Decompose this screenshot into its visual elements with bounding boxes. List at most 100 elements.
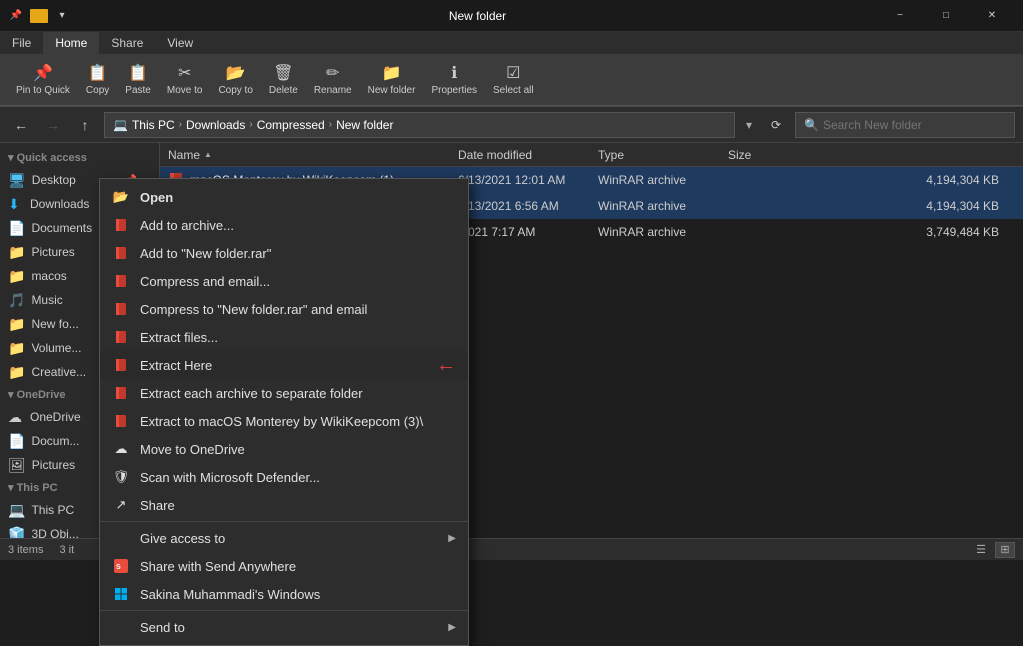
details-view-button[interactable]: ☰ xyxy=(971,542,991,558)
desktop-icon: 🖥 xyxy=(8,172,26,189)
copy-label: Copy xyxy=(86,85,109,96)
minimize-button[interactable]: − xyxy=(877,0,923,32)
path-this-pc: This PC xyxy=(132,118,175,132)
properties-label: Properties xyxy=(431,85,477,96)
sort-icon: ▲ xyxy=(204,150,212,159)
file-type-1: WinRAR archive xyxy=(598,173,728,187)
ctx-add-new-folder-rar[interactable]: Add to "New folder.rar" xyxy=(100,239,468,267)
view-controls: ☰ ⊞ xyxy=(971,542,1015,558)
copy-button[interactable]: 📋 Copy xyxy=(78,61,117,98)
pin-icon[interactable]: 📌 xyxy=(8,8,24,24)
ctx-compress-email-2[interactable]: Compress to "New folder.rar" and email xyxy=(100,295,468,323)
properties-icon: ℹ xyxy=(451,63,457,83)
title-bar: 📌 ▾ New folder − □ ✕ xyxy=(0,0,1023,32)
ctx-compress-email[interactable]: Compress and email... xyxy=(100,267,468,295)
col-name-label: Name xyxy=(168,148,200,162)
ctx-move-onedrive[interactable]: ☁ Move to OneDrive xyxy=(100,435,468,463)
rar-extract-icon xyxy=(112,328,130,346)
ctx-extract-separate[interactable]: Extract each archive to separate folder xyxy=(100,379,468,407)
tab-view[interactable]: View xyxy=(155,32,205,54)
rar-icon-6 xyxy=(112,412,130,430)
ribbon-content: 📌 Pin to Quick 📋 Copy 📋 Paste ✂ Move to … xyxy=(0,54,1023,106)
sidebar-od-docs-label: Docum... xyxy=(31,434,79,448)
tab-file[interactable]: File xyxy=(0,32,43,54)
grid-view-button[interactable]: ⊞ xyxy=(995,542,1015,558)
rar-icon-3 xyxy=(112,272,130,290)
rar-add-icon xyxy=(112,216,130,234)
window-title: New folder xyxy=(78,9,877,23)
send-to-icon xyxy=(112,618,130,636)
rename-button[interactable]: ✏ Rename xyxy=(306,61,360,98)
maximize-button[interactable]: □ xyxy=(923,0,969,32)
col-name-header[interactable]: Name ▲ xyxy=(168,148,458,162)
pin-label: Pin to Quick xyxy=(16,85,70,96)
ctx-extract-files[interactable]: Extract files... xyxy=(100,323,468,351)
select-all-button[interactable]: ☑ Select all xyxy=(485,61,542,98)
ctx-sakina-windows[interactable]: Sakina Muhammadi's Windows xyxy=(100,580,468,608)
path-sep-3: › xyxy=(329,119,332,130)
close-button[interactable]: ✕ xyxy=(969,0,1015,32)
title-bar-toolbar: 📌 ▾ xyxy=(8,8,70,24)
col-size-header[interactable]: Size xyxy=(728,148,1015,162)
copy-to-button[interactable]: 📂 Copy to xyxy=(210,61,260,98)
search-input[interactable] xyxy=(823,118,1006,132)
path-dropdown-button[interactable]: ▾ xyxy=(741,112,757,138)
ctx-give-access[interactable]: Give access to ▶ xyxy=(100,524,468,552)
cloud-icon: ☁ xyxy=(112,440,130,458)
dropdown-arrow-icon[interactable]: ▾ xyxy=(54,8,70,24)
file-date-3: /2021 7:17 AM xyxy=(458,225,598,239)
ctx-extract-here[interactable]: Extract Here ← xyxy=(100,351,468,379)
path-sep-2: › xyxy=(249,119,252,130)
ctx-add-archive[interactable]: Add to archive... xyxy=(100,211,468,239)
delete-button[interactable]: 🗑 Delete xyxy=(261,61,306,98)
context-menu: 📂 Open Add to archive... Add to "New fol… xyxy=(99,178,469,646)
window-controls: − □ ✕ xyxy=(877,0,1015,32)
onedrive-icon: ☁ xyxy=(8,409,24,426)
move-button[interactable]: ✂ Move to xyxy=(159,61,211,98)
paste-button[interactable]: 📋 Paste xyxy=(117,61,159,98)
ctx-share-send-anywhere[interactable]: S Share with Send Anywhere xyxy=(100,552,468,580)
rar-icon-4 xyxy=(112,300,130,318)
ctx-open[interactable]: 📂 Open xyxy=(100,183,468,211)
col-type-header[interactable]: Type xyxy=(598,148,728,162)
properties-button[interactable]: ℹ Properties xyxy=(423,61,485,98)
new-folder-button[interactable]: 📁 New folder xyxy=(360,61,424,98)
ctx-send-to[interactable]: Send to ▶ xyxy=(100,613,468,641)
up-button[interactable]: ↑ xyxy=(72,112,98,138)
ctx-share[interactable]: ↗ Share xyxy=(100,491,468,519)
give-access-icon xyxy=(112,529,130,547)
separator-1 xyxy=(100,521,468,522)
sidebar-this-pc-label: This PC xyxy=(31,503,74,517)
pin-quick-access-button[interactable]: 📌 Pin to Quick xyxy=(8,61,78,98)
col-date-header[interactable]: Date modified xyxy=(458,148,598,162)
sidebar-documents-label: Documents xyxy=(31,221,92,235)
windows-icon xyxy=(112,585,130,603)
item-count: 3 items xyxy=(8,544,43,556)
new-folder-icon: 📁 xyxy=(382,63,402,83)
file-size-1: 4,194,304 KB xyxy=(728,173,1015,187)
sidebar-music-label: Music xyxy=(31,293,62,307)
sidebar-onedrive-label: OneDrive xyxy=(30,410,81,424)
tab-home[interactable]: Home xyxy=(43,32,99,54)
path-downloads: Downloads xyxy=(186,118,245,132)
forward-button[interactable]: → xyxy=(40,112,66,138)
shield-icon: 🛡 xyxy=(112,468,130,486)
sidebar-newfolder-label: New fo... xyxy=(31,317,78,331)
address-path[interactable]: 💻 This PC › Downloads › Compressed › New… xyxy=(104,112,735,138)
creative-icon: 📁 xyxy=(8,364,25,381)
sidebar-od-pics-label: Pictures xyxy=(32,458,75,472)
back-button[interactable]: ← xyxy=(8,112,34,138)
ctx-extract-to[interactable]: Extract to macOS Monterey by WikiKeepcom… xyxy=(100,407,468,435)
path-sep-1: › xyxy=(179,119,182,130)
tab-share[interactable]: Share xyxy=(99,32,155,54)
paste-label: Paste xyxy=(125,85,151,96)
rename-label: Rename xyxy=(314,85,352,96)
refresh-button[interactable]: ⟳ xyxy=(763,112,789,138)
path-folder-icon: 💻 xyxy=(113,118,128,132)
ribbon: File Home Share View 📌 Pin to Quick 📋 Co… xyxy=(0,32,1023,107)
ctx-scan-defender[interactable]: 🛡 Scan with Microsoft Defender... xyxy=(100,463,468,491)
rar-extract-here-icon xyxy=(112,356,130,374)
volume-icon: 📁 xyxy=(8,340,25,357)
search-box[interactable]: 🔍 xyxy=(795,112,1015,138)
ribbon-tabs: File Home Share View xyxy=(0,32,1023,54)
